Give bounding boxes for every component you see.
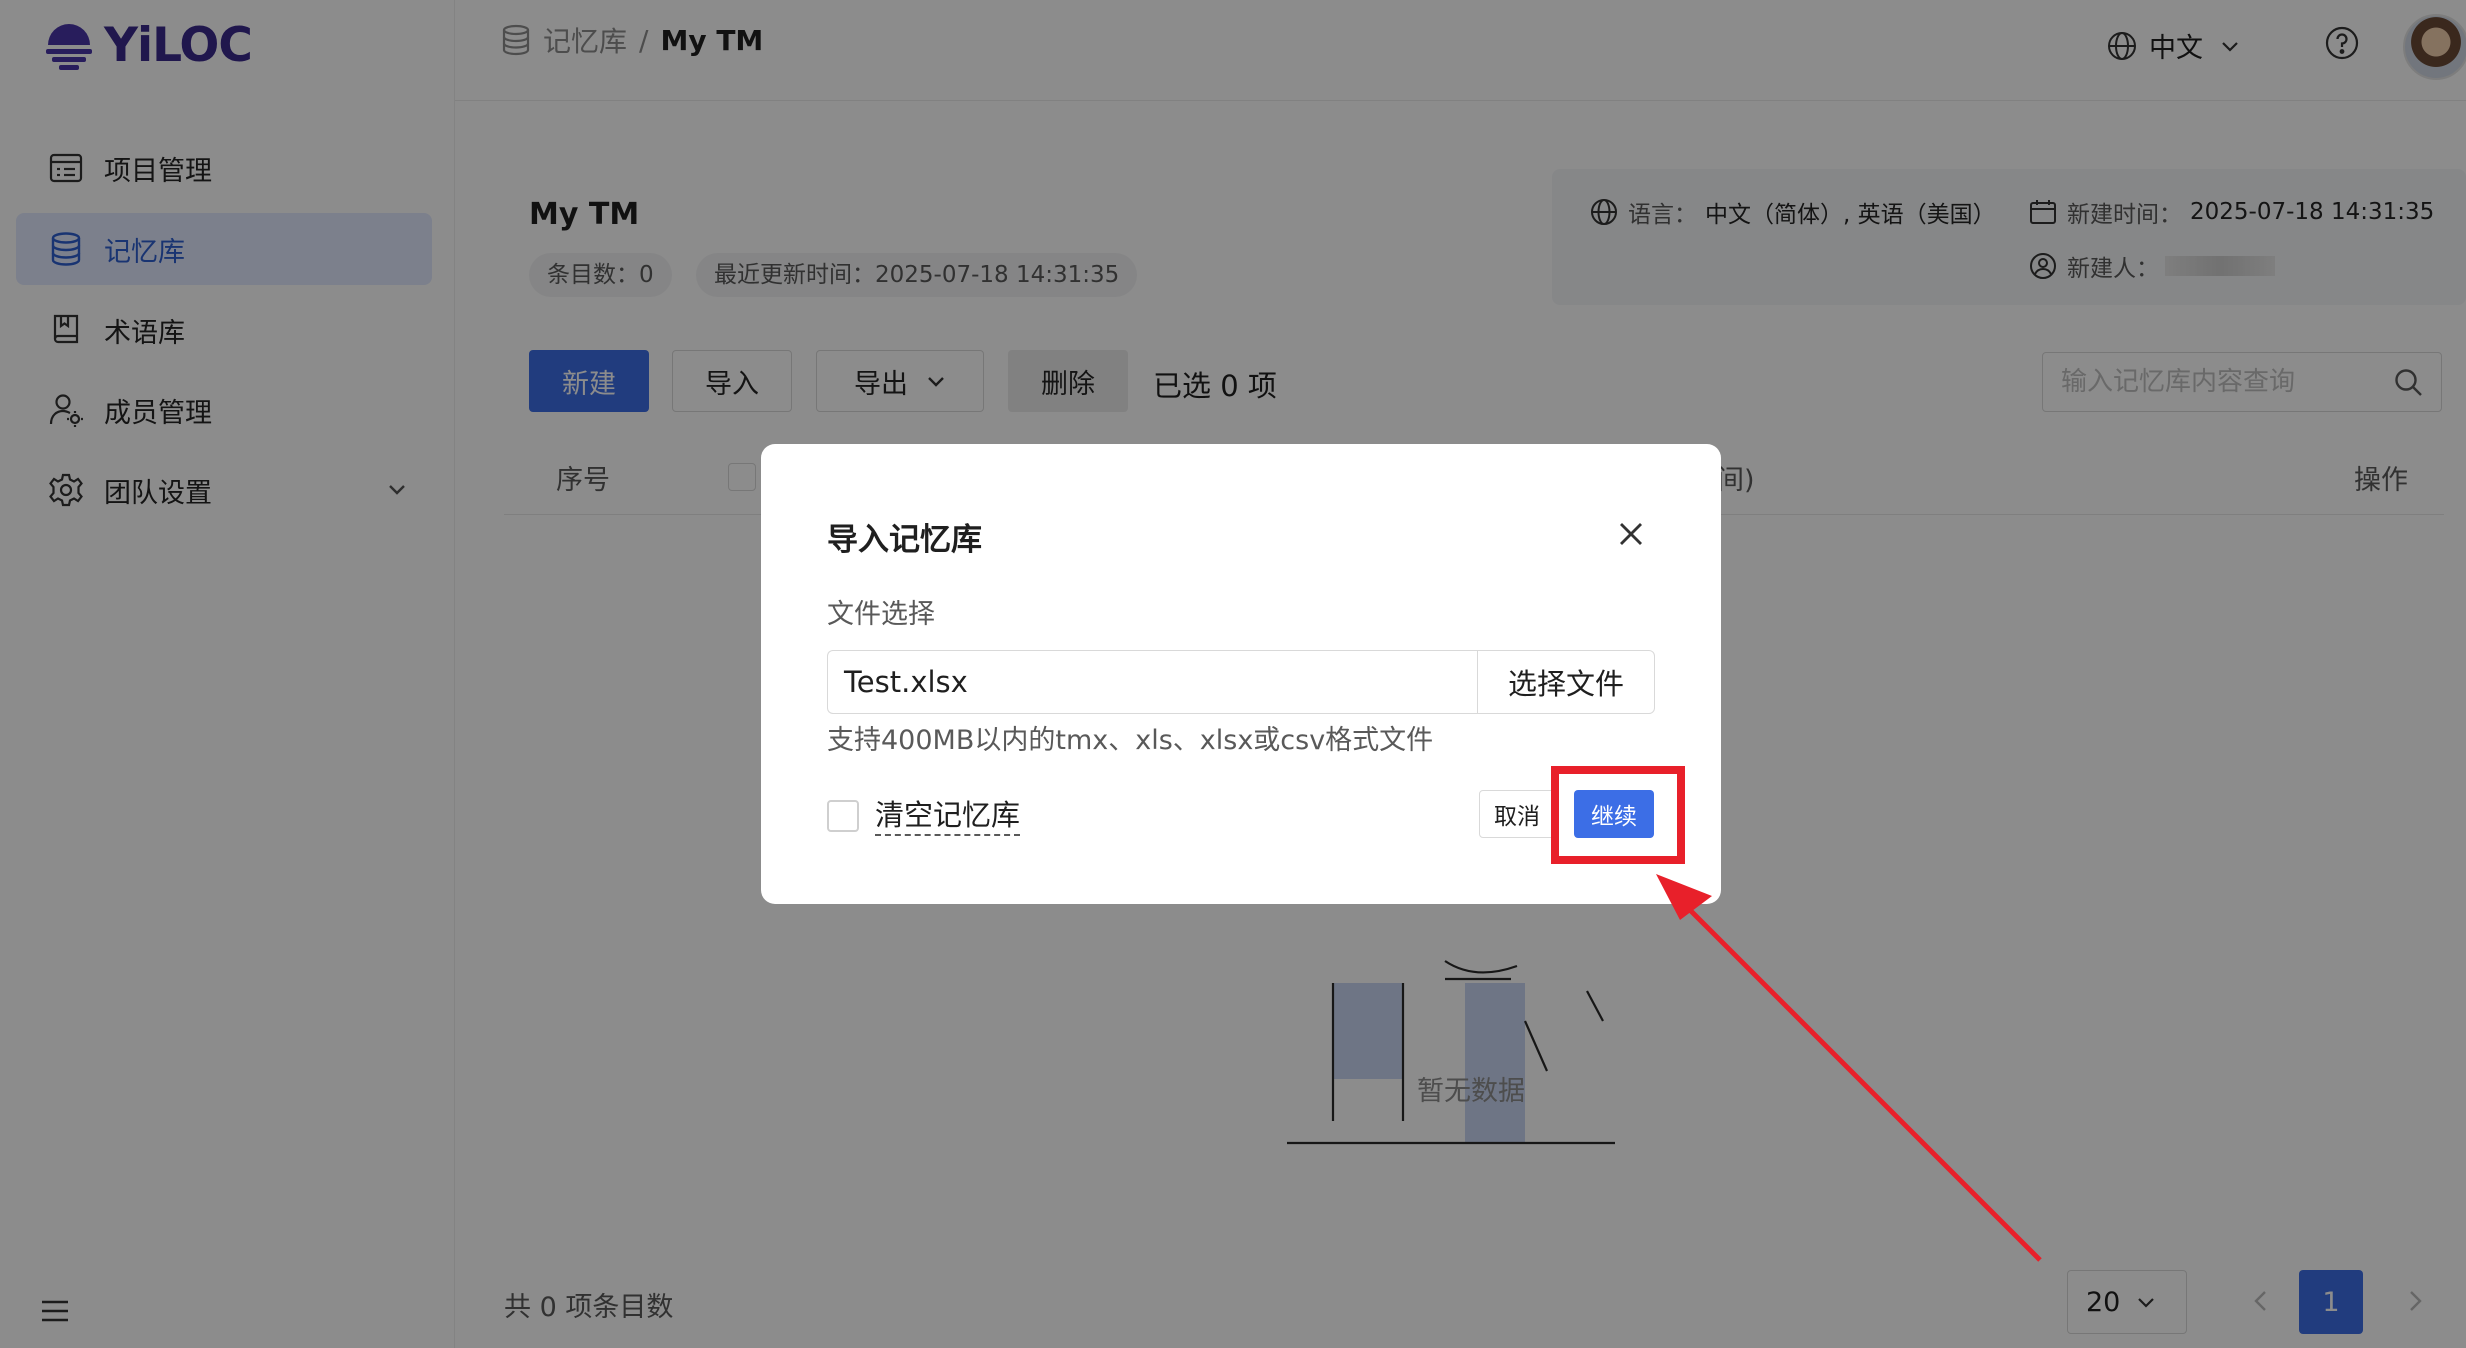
file-select-label: 文件选择 <box>827 599 935 630</box>
dialog-title: 导入记忆库 <box>827 522 982 558</box>
file-name-field[interactable]: Test.xlsx <box>827 650 1477 714</box>
annotation-highlight-box <box>1551 766 1685 864</box>
cancel-button[interactable]: 取消 <box>1479 790 1555 838</box>
clear-memory-checkbox[interactable] <box>827 800 859 832</box>
choose-file-button[interactable]: 选择文件 <box>1477 650 1655 714</box>
clear-memory-label[interactable]: 清空记忆库 <box>875 796 1021 836</box>
file-format-hint: 支持400MB以内的tmx、xls、xlsx或csv格式文件 <box>827 725 1434 756</box>
close-icon[interactable] <box>1615 518 1647 550</box>
